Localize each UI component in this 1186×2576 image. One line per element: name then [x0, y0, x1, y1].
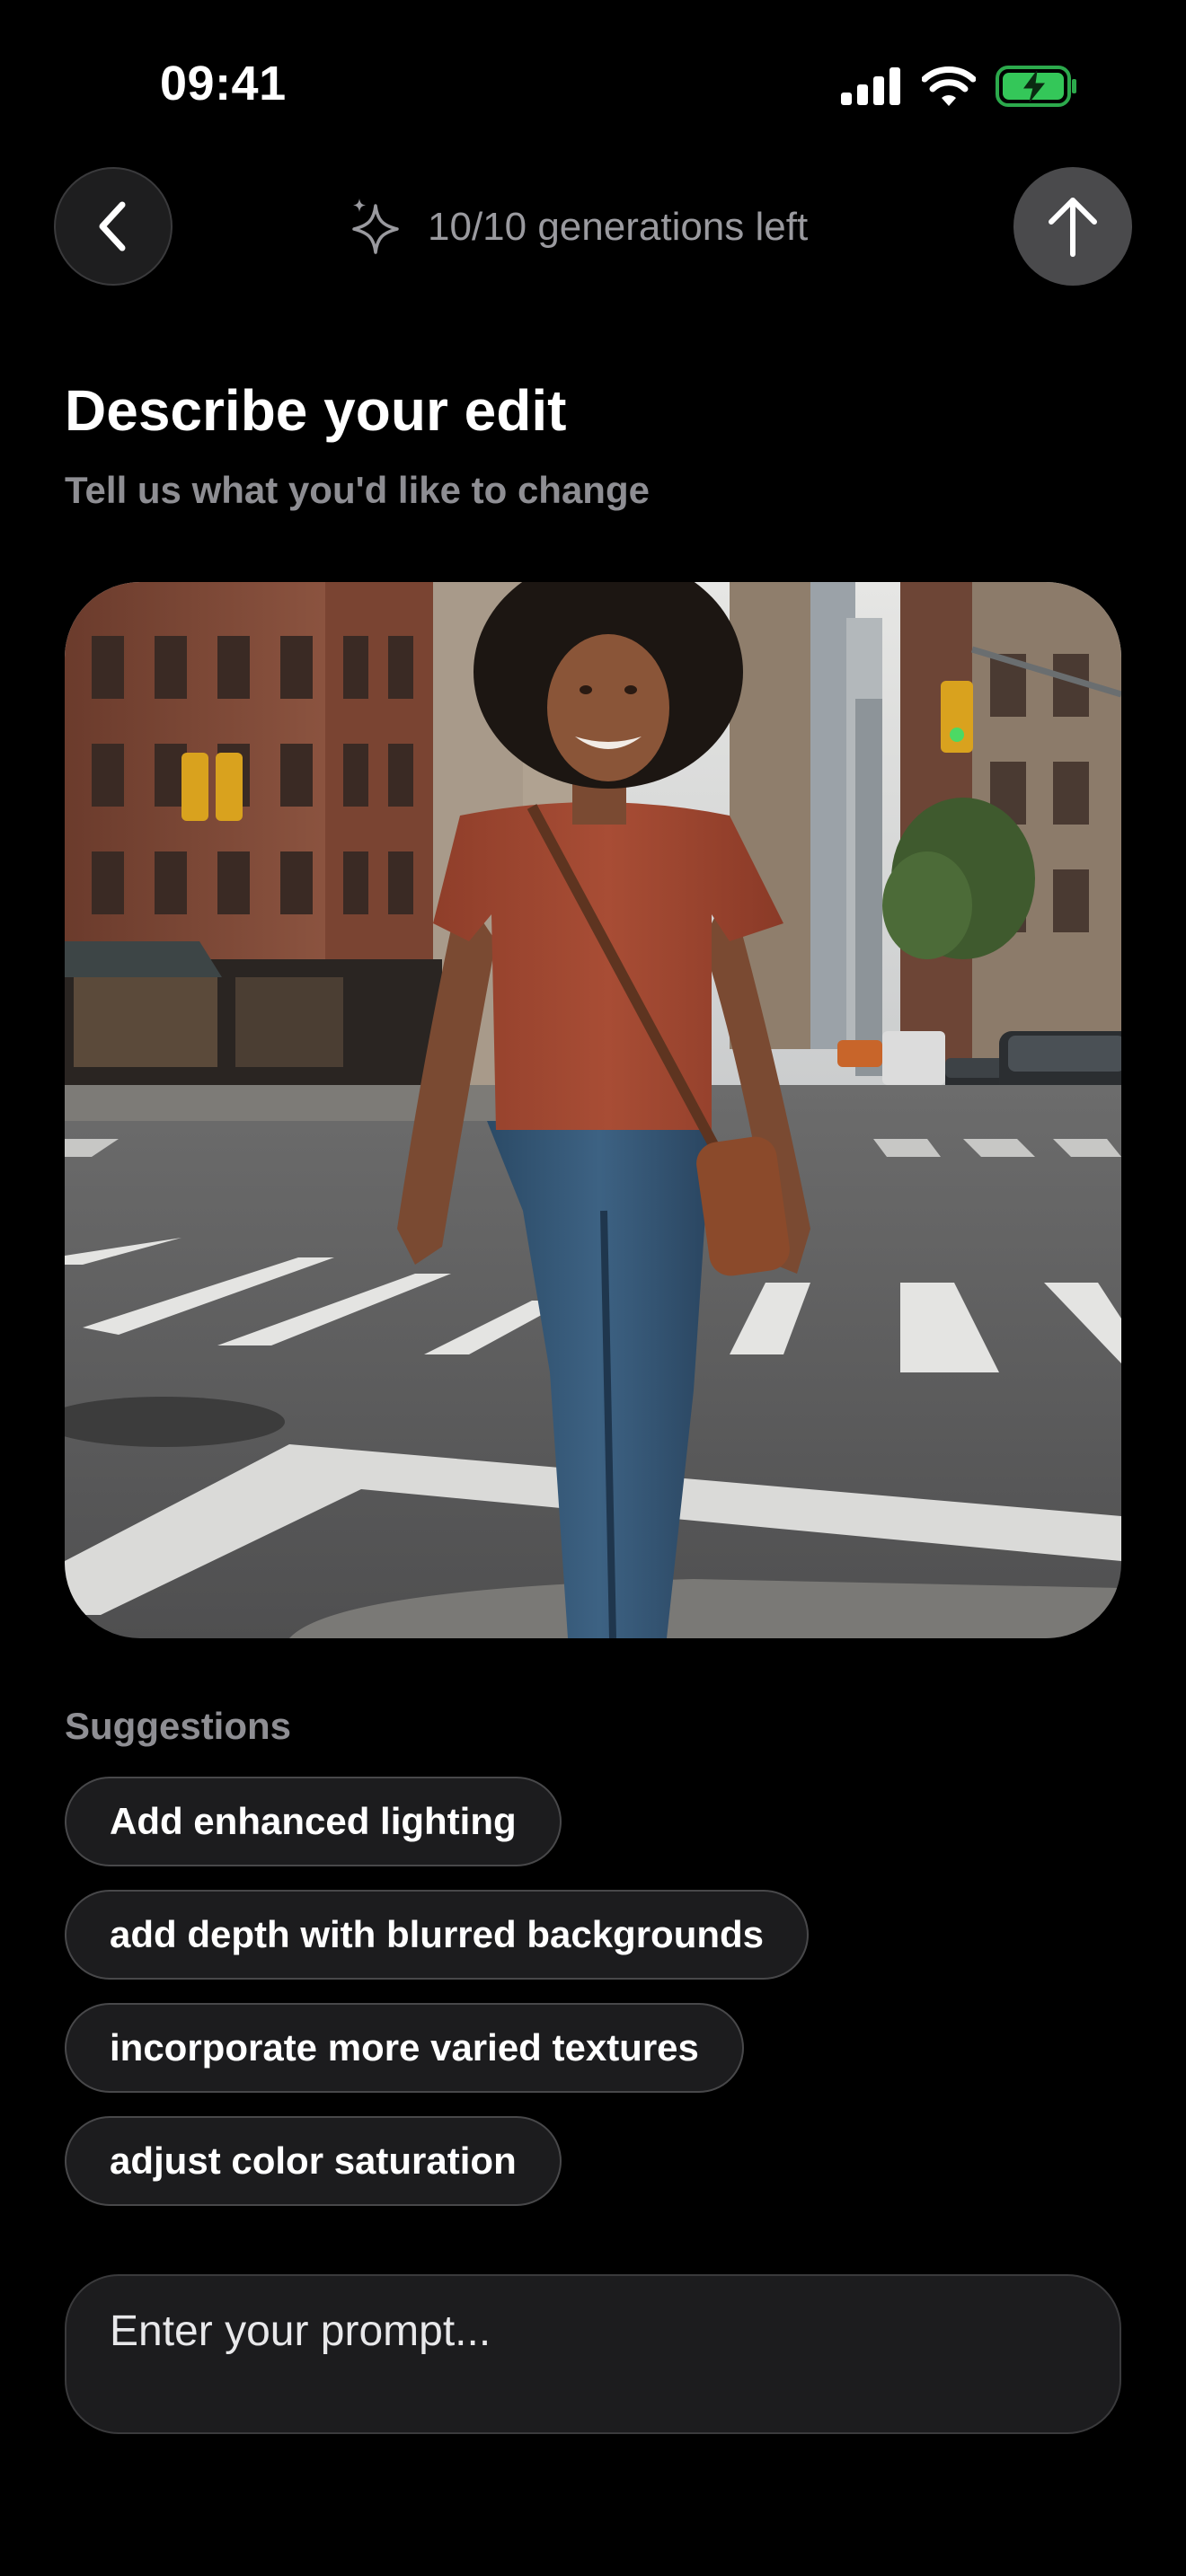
- photo-image: [65, 582, 1121, 1638]
- battery-charging-icon: [996, 66, 1076, 107]
- generations-text: 10/10 generations left: [428, 205, 809, 249]
- suggestion-chip-textures[interactable]: incorporate more varied textures: [65, 2003, 744, 2093]
- cellular-signal-icon: [841, 67, 900, 105]
- upload-button[interactable]: [1013, 167, 1132, 286]
- status-time: 09:41: [160, 57, 287, 110]
- suggestion-chip-lighting[interactable]: Add enhanced lighting: [65, 1777, 562, 1866]
- suggestion-chip-saturation[interactable]: adjust color saturation: [65, 2116, 562, 2206]
- page-subtitle: Tell us what you'd like to change: [65, 469, 650, 511]
- arrow-up-icon: [1049, 198, 1097, 257]
- status-icons: [841, 63, 1078, 110]
- wifi-icon: [922, 66, 976, 106]
- sparkle-icon: [352, 198, 399, 254]
- prompt-input[interactable]: [110, 2307, 1076, 2356]
- uploaded-photo: [65, 582, 1121, 1638]
- suggestion-chip-depth[interactable]: add depth with blurred backgrounds: [65, 1890, 810, 1980]
- chevron-left-icon: [99, 201, 126, 251]
- suggestions-label: Suggestions: [65, 1705, 292, 1747]
- prompt-container[interactable]: [65, 2274, 1121, 2434]
- back-button[interactable]: [54, 167, 173, 286]
- generations-counter: 10/10 generations left: [349, 192, 808, 262]
- suggestion-chips: Add enhanced lighting add depth with blu…: [65, 1777, 810, 2206]
- page-title: Describe your edit: [65, 378, 567, 443]
